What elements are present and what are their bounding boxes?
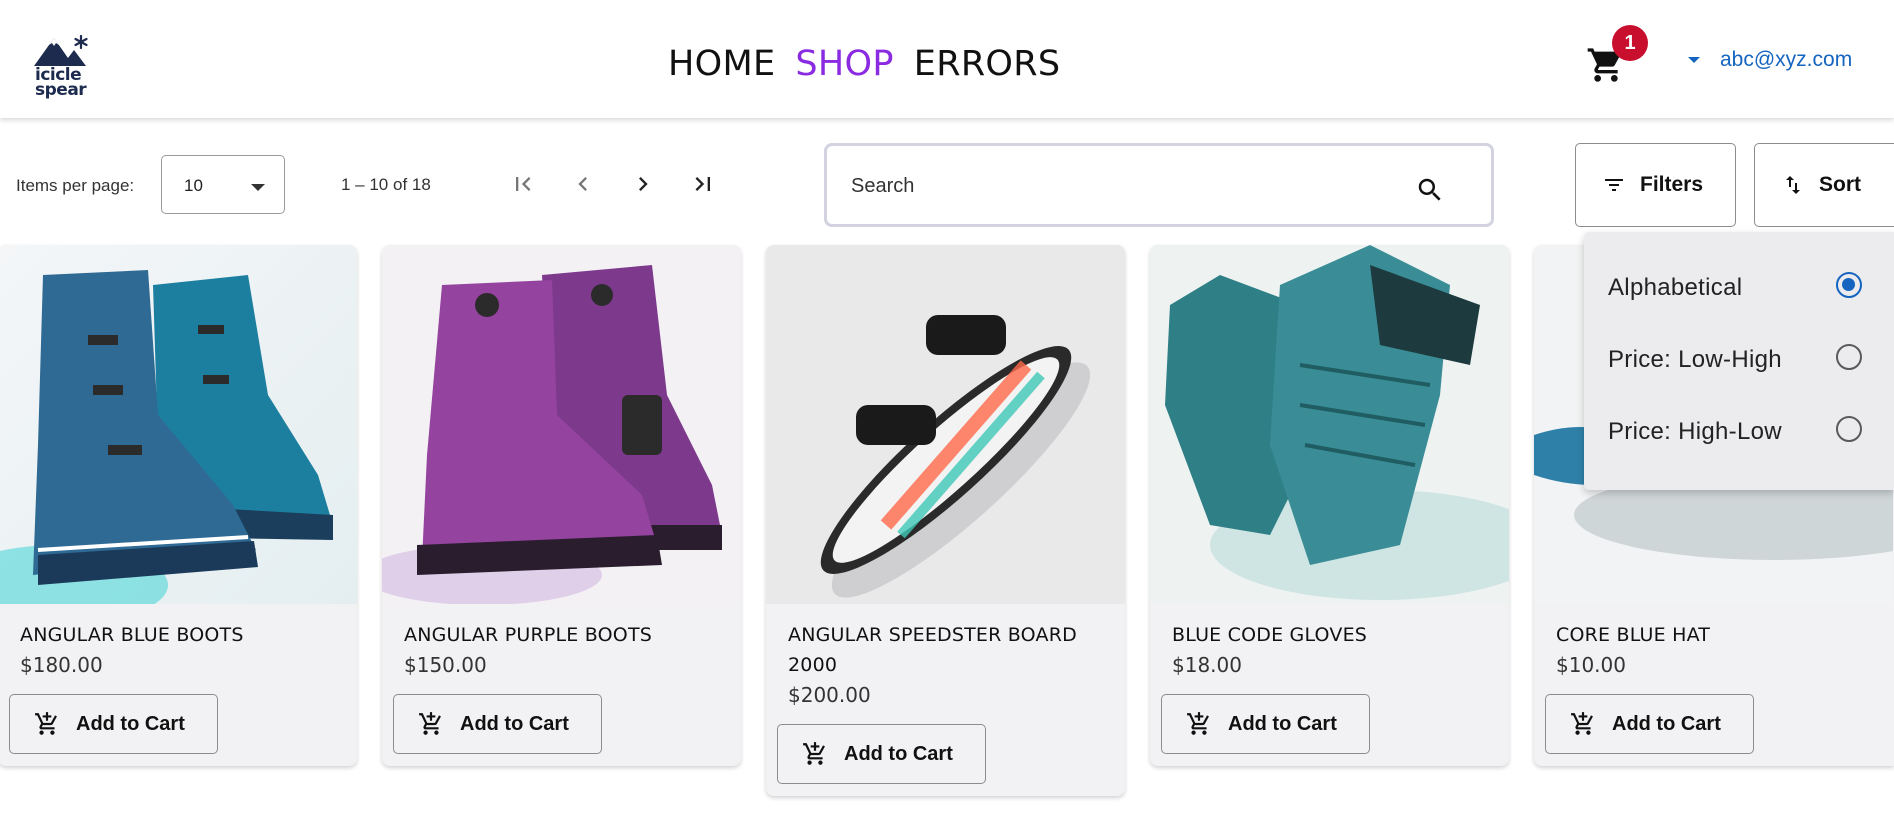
filters-button[interactable]: Filters	[1575, 143, 1736, 227]
add-to-cart-button[interactable]: Add to Cart	[1545, 694, 1754, 754]
add-shopping-cart-icon	[419, 712, 441, 735]
product-price: $18.00	[1172, 653, 1242, 677]
chevron-down-icon	[251, 184, 265, 191]
next-page-button[interactable]	[625, 166, 661, 202]
sort-options-menu: Alphabetical Price: Low-High Price: High…	[1584, 232, 1894, 490]
add-to-cart-button[interactable]: Add to Cart	[1161, 694, 1370, 754]
nav-home-link[interactable]: HOME	[668, 44, 775, 84]
filter-icon	[1605, 179, 1623, 191]
filters-button-label: Filters	[1640, 173, 1704, 196]
search-icon[interactable]	[1415, 175, 1445, 205]
user-email-link[interactable]: abc@xyz.com	[1720, 48, 1852, 72]
add-shopping-cart-icon	[803, 742, 825, 765]
last-page-button[interactable]	[685, 166, 721, 202]
last-page-icon	[695, 177, 710, 191]
product-title[interactable]: ANGULAR BLUE BOOTS	[20, 620, 335, 650]
search-input[interactable]: Search	[824, 143, 1494, 227]
sort-option-price-low-high[interactable]: Price: Low-High	[1608, 346, 1782, 374]
product-card: ANGULAR SPEEDSTER BOARD 2000 $200.00 Add…	[766, 245, 1125, 796]
first-page-button[interactable]	[505, 166, 541, 202]
add-to-cart-label: Add to Cart	[460, 712, 569, 735]
app-header: icicle spear HOME SHOP ERRORS 1 abc@xyz.…	[0, 0, 1894, 118]
add-to-cart-button[interactable]: Add to Cart	[9, 694, 218, 754]
product-price: $10.00	[1556, 653, 1626, 677]
search-placeholder: Search	[851, 175, 915, 197]
icicle-spear-logo[interactable]: icicle spear	[34, 34, 94, 100]
add-shopping-cart-icon	[1571, 712, 1593, 735]
mountain-logo-icon	[34, 34, 88, 66]
product-card: ANGULAR BLUE BOOTS $180.00 Add to Cart	[0, 245, 357, 766]
product-title[interactable]: BLUE CODE GLOVES	[1172, 620, 1487, 650]
add-to-cart-label: Add to Cart	[1228, 712, 1337, 735]
items-per-page-value: 10	[184, 176, 203, 195]
add-shopping-cart-icon	[1187, 712, 1209, 735]
product-card: BLUE CODE GLOVES $18.00 Add to Cart	[1150, 245, 1509, 766]
product-price: $150.00	[404, 653, 487, 677]
sort-radio-price-low-high[interactable]	[1836, 344, 1862, 370]
previous-page-icon	[578, 177, 587, 191]
cart-count-badge: 1	[1612, 25, 1648, 61]
add-to-cart-button[interactable]: Add to Cart	[393, 694, 602, 754]
add-to-cart-label: Add to Cart	[76, 712, 185, 735]
add-shopping-cart-icon	[35, 712, 57, 735]
product-image[interactable]	[0, 245, 357, 604]
previous-page-button[interactable]	[565, 166, 601, 202]
items-per-page-select[interactable]: 10	[161, 155, 285, 214]
logo-text-line2: spear	[35, 80, 87, 100]
main-nav: HOME SHOP ERRORS	[668, 44, 1060, 84]
pagination-range-label: 1 – 10 of 18	[341, 175, 431, 194]
first-page-icon	[516, 177, 531, 191]
product-image[interactable]	[766, 245, 1125, 604]
add-to-cart-button[interactable]: Add to Cart	[777, 724, 986, 784]
product-title[interactable]: ANGULAR PURPLE BOOTS	[404, 620, 719, 650]
sort-option-alphabetical[interactable]: Alphabetical	[1608, 274, 1742, 302]
sort-option-price-high-low[interactable]: Price: High-Low	[1608, 418, 1782, 446]
sort-button[interactable]: Sort	[1754, 143, 1894, 227]
sort-radio-price-high-low[interactable]	[1836, 416, 1862, 442]
product-price: $180.00	[20, 653, 103, 677]
product-title[interactable]: CORE BLUE HAT	[1556, 620, 1872, 650]
sort-button-label: Sort	[1819, 173, 1861, 196]
product-image[interactable]	[1150, 245, 1509, 604]
nav-shop-link[interactable]: SHOP	[795, 44, 893, 84]
user-menu-caret-icon[interactable]	[1687, 52, 1701, 70]
add-to-cart-label: Add to Cart	[844, 742, 953, 765]
sort-arrows-icon	[1786, 176, 1800, 194]
sort-radio-alphabetical[interactable]	[1836, 272, 1862, 298]
nav-errors-link[interactable]: ERRORS	[914, 44, 1061, 84]
next-page-icon	[639, 177, 648, 191]
product-title[interactable]: ANGULAR SPEEDSTER BOARD 2000	[788, 620, 1103, 680]
product-card: ANGULAR PURPLE BOOTS $150.00 Add to Cart	[382, 245, 741, 766]
product-price: $200.00	[788, 683, 871, 707]
add-to-cart-label: Add to Cart	[1612, 712, 1721, 735]
product-image[interactable]	[382, 245, 741, 604]
items-per-page-label: Items per page:	[16, 176, 135, 195]
